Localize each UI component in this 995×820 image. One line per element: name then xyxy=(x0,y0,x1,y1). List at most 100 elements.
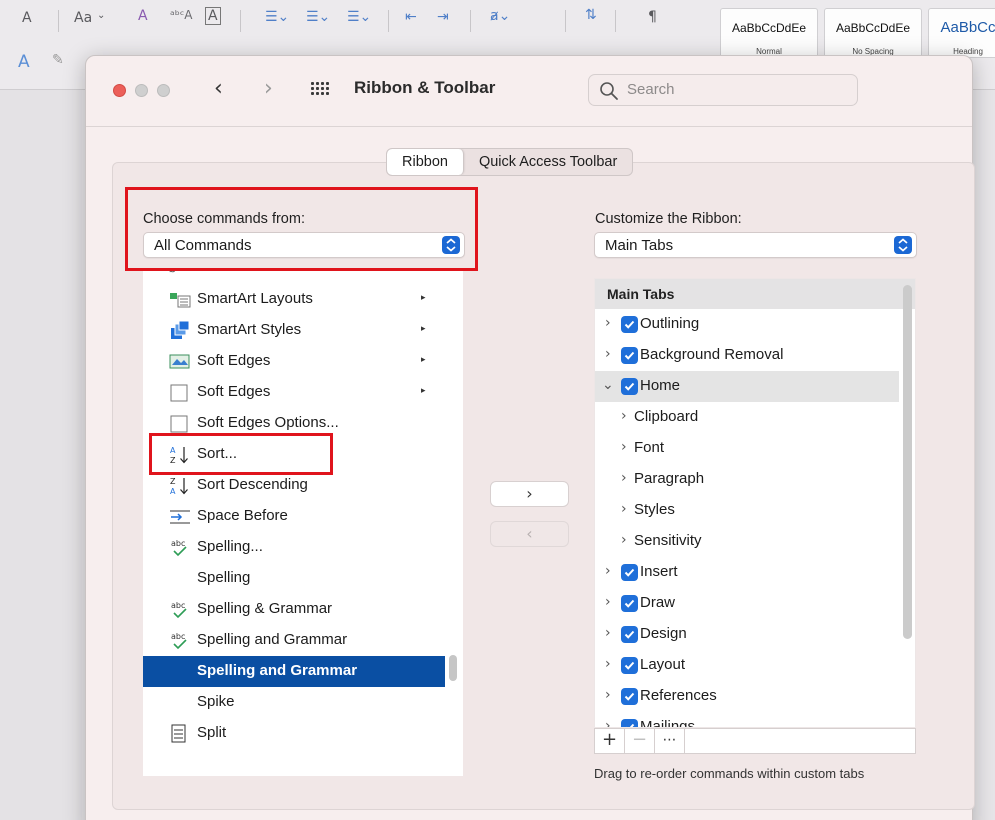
list-item[interactable]: Split xyxy=(143,718,445,749)
sort-icon[interactable]: ⇅ xyxy=(585,7,597,23)
list-item[interactable]: Space Before xyxy=(143,501,445,532)
tab-quick-access-toolbar[interactable]: Quick Access Toolbar xyxy=(464,149,632,175)
list-item-label: Soft Edges xyxy=(197,352,271,369)
zoom-window-button[interactable] xyxy=(157,84,170,97)
show-formatting-icon[interactable]: ¶ xyxy=(648,9,657,25)
chevron-right-icon[interactable]: › xyxy=(621,439,627,455)
chevron-right-icon[interactable]: › xyxy=(621,501,627,517)
search-field[interactable] xyxy=(588,74,858,106)
decrease-indent-icon[interactable]: ⇤ xyxy=(405,9,417,25)
tab-checkbox[interactable] xyxy=(621,688,638,705)
tree-row-label: Font xyxy=(634,439,665,456)
list-item[interactable]: abc Spelling & Grammar xyxy=(143,594,445,625)
list-item[interactable]: Spelling xyxy=(143,563,445,594)
style-normal[interactable]: AaBbCcDdEe Normal xyxy=(720,8,818,58)
chevron-right-icon[interactable]: › xyxy=(605,594,611,610)
list-item[interactable]: SmartArt Layouts ▸ xyxy=(143,284,445,315)
back-chevron-icon[interactable]: ‹ xyxy=(214,76,223,101)
tree-row-references[interactable]: › References xyxy=(595,681,899,712)
chevron-right-icon[interactable]: › xyxy=(621,408,627,424)
ribbon-separator xyxy=(615,10,616,32)
increase-indent-icon[interactable]: ⇥ xyxy=(437,9,449,25)
change-case-icon[interactable]: Aa xyxy=(74,10,92,26)
phonetic-guide-icon[interactable]: ᵃᵇᶜA xyxy=(170,8,193,22)
commands-scrollbar[interactable] xyxy=(449,655,457,681)
chevron-right-icon[interactable]: › xyxy=(621,532,627,548)
chevron-right-icon[interactable]: › xyxy=(605,346,611,362)
chevron-right-icon[interactable]: › xyxy=(605,656,611,672)
tree-row-label: Layout xyxy=(640,656,686,673)
highlight-box-sort xyxy=(149,433,333,475)
tab-checkbox[interactable] xyxy=(621,564,638,581)
multilevel-list-icon[interactable]: ☰⌄ xyxy=(347,9,371,25)
tree-row-background-removal[interactable]: › Background Removal xyxy=(595,340,899,371)
style-heading[interactable]: AaBbCc Heading xyxy=(928,8,995,58)
tab-checkbox[interactable] xyxy=(621,719,638,727)
chevron-right-icon[interactable]: › xyxy=(605,563,611,579)
tab-ribbon[interactable]: Ribbon xyxy=(387,149,464,175)
search-input[interactable] xyxy=(627,81,847,98)
tree-row-outlining[interactable]: › Outlining xyxy=(595,309,899,340)
add-tab-button[interactable]: + xyxy=(595,729,625,753)
style-no-spacing[interactable]: AaBbCcDdEe No Spacing xyxy=(824,8,922,58)
ribbon-separator xyxy=(388,10,389,32)
close-window-button[interactable] xyxy=(113,84,126,97)
list-item[interactable]: abc Spelling... xyxy=(143,532,445,563)
tab-checkbox[interactable] xyxy=(621,347,638,364)
numbering-icon[interactable]: ☰⌄ xyxy=(306,9,330,25)
clear-formatting-icon[interactable]: A xyxy=(138,8,148,24)
list-item[interactable]: Spike xyxy=(143,687,445,718)
tab-checkbox[interactable] xyxy=(621,657,638,674)
character-border-icon[interactable]: A xyxy=(205,7,221,25)
minimize-window-button[interactable] xyxy=(135,84,148,97)
tree-row-mailings[interactable]: › Mailings xyxy=(595,712,899,727)
highlight-icon[interactable]: ✎ xyxy=(52,52,64,68)
add-command-button[interactable]: › xyxy=(490,481,569,507)
tab-checkbox[interactable] xyxy=(621,378,638,395)
forward-chevron-icon[interactable]: › xyxy=(264,76,273,101)
chevron-right-icon[interactable]: › xyxy=(621,470,627,486)
tree-row-paragraph[interactable]: › Paragraph xyxy=(595,464,899,495)
bullets-icon[interactable]: ☰⌄ xyxy=(265,9,289,25)
chevron-right-icon[interactable]: › xyxy=(605,625,611,641)
customize-ribbon-popup[interactable]: Main Tabs xyxy=(594,232,917,258)
text-effects-icon[interactable]: A xyxy=(18,52,30,72)
list-item[interactable]: Soft Edges ▸ xyxy=(143,377,445,408)
tree-row-font[interactable]: › Font xyxy=(595,433,899,464)
submenu-triangle-icon: ▸ xyxy=(421,386,426,396)
chevron-right-icon[interactable]: › xyxy=(605,687,611,703)
chevron-right-icon[interactable]: › xyxy=(605,718,611,727)
tree-row-design[interactable]: › Design xyxy=(595,619,899,650)
list-item[interactable]: SmartArt Styles ▸ xyxy=(143,315,445,346)
tree-row-layout[interactable]: › Layout xyxy=(595,650,899,681)
list-item-label: SmartArt Styles xyxy=(197,321,302,338)
list-item[interactable]: Soft Edges ▸ xyxy=(143,346,445,377)
tree-scrollbar[interactable] xyxy=(903,285,912,639)
ribbon-tabs-tree[interactable]: Main Tabs › Outlining › Background Remov… xyxy=(594,278,916,728)
tree-row-home[interactable]: ⌄ Home xyxy=(595,371,899,402)
remove-command-button[interactable]: ‹ xyxy=(490,521,569,547)
tab-checkbox[interactable] xyxy=(621,626,638,643)
tree-row-clipboard[interactable]: › Clipboard xyxy=(595,402,899,433)
dropdown-arrow-icon[interactable]: ⌄ xyxy=(97,10,105,21)
chevron-down-icon[interactable]: ⌄ xyxy=(602,377,614,393)
chevron-right-icon[interactable]: › xyxy=(605,315,611,331)
tree-row-insert[interactable]: › Insert xyxy=(595,557,899,588)
svg-text:abc: abc xyxy=(171,601,185,610)
font-size-decrease-icon[interactable]: A xyxy=(22,10,32,26)
show-all-grid-icon[interactable] xyxy=(311,82,329,96)
more-options-icon[interactable]: ⋯ xyxy=(655,729,685,753)
ribbon-separator xyxy=(240,10,241,32)
list-item[interactable]: abc Spelling and Grammar xyxy=(143,625,445,656)
tab-checkbox[interactable] xyxy=(621,316,638,333)
tree-row-styles[interactable]: › Styles xyxy=(595,495,899,526)
text-direction-icon[interactable]: ⱥ⌄ xyxy=(490,8,510,24)
tree-row-sensitivity[interactable]: › Sensitivity xyxy=(595,526,899,557)
tree-row-label: Paragraph xyxy=(634,470,705,487)
tree-row-draw[interactable]: › Draw xyxy=(595,588,899,619)
remove-tab-button[interactable]: − xyxy=(625,729,655,753)
tab-checkbox[interactable] xyxy=(621,595,638,612)
list-item-selected[interactable]: Spelling and Grammar xyxy=(143,656,445,687)
split-icon xyxy=(171,724,186,743)
commands-list[interactable]: ⌀ SmartArt Layouts ▸ SmartArt Styles ▸ S… xyxy=(143,269,463,776)
